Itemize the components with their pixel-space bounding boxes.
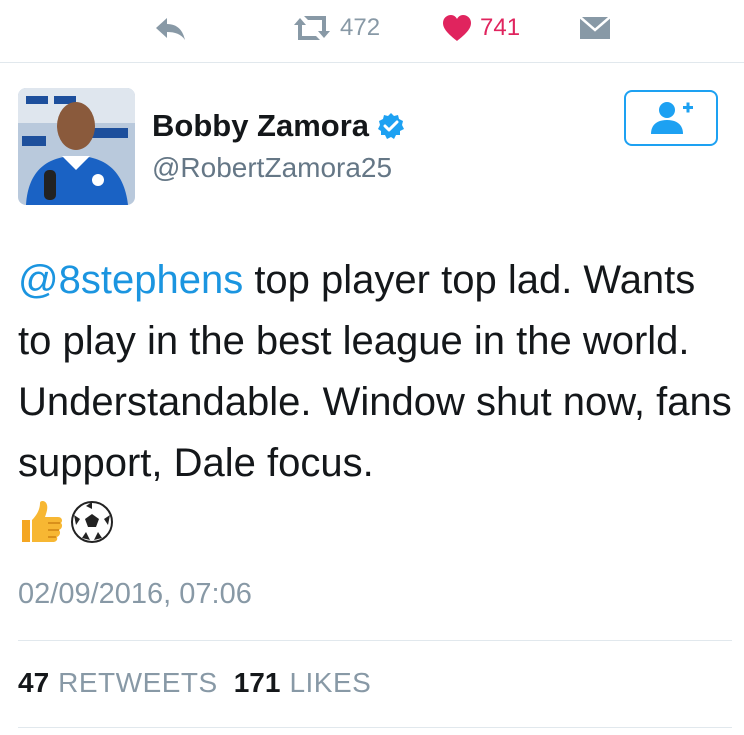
- verified-badge-icon: [378, 113, 405, 139]
- follow-button[interactable]: [624, 90, 718, 146]
- author-name-line[interactable]: Bobby Zamora: [152, 108, 405, 144]
- retweets-count[interactable]: 47: [18, 667, 49, 699]
- reply-icon: [156, 18, 185, 40]
- retweets-label[interactable]: RETWEETS: [58, 667, 218, 699]
- divider: [18, 640, 732, 641]
- retweet-icon: [294, 16, 330, 40]
- like-count: 741: [480, 14, 521, 41]
- tweet-emojis: [18, 500, 114, 544]
- likes-label[interactable]: LIKES: [289, 667, 371, 699]
- mention-link[interactable]: @8stephens: [18, 258, 243, 302]
- add-user-icon: [651, 102, 693, 134]
- thumbs-up-icon: [22, 500, 63, 542]
- retweet-count: 472: [340, 14, 381, 41]
- tweet-header: Bobby Zamora @RobertZamora25: [18, 88, 726, 208]
- direct-message-button[interactable]: [578, 10, 612, 46]
- retweet-button[interactable]: 472: [292, 10, 380, 46]
- author-display-name[interactable]: Bobby Zamora: [152, 108, 369, 144]
- like-button[interactable]: 741: [442, 10, 520, 46]
- divider: [18, 727, 732, 728]
- direct-message-icon: [579, 16, 611, 39]
- likes-count[interactable]: 171: [234, 667, 281, 699]
- tweet-text: @8stephens top player top lad. Wants to …: [18, 250, 733, 494]
- heart-icon: [443, 15, 471, 41]
- soccer-ball-icon: [71, 501, 113, 543]
- tweet-timestamp[interactable]: 02/09/2016, 07:06: [18, 578, 252, 611]
- author-handle[interactable]: @RobertZamora25: [152, 152, 392, 184]
- avatar[interactable]: [18, 88, 135, 205]
- tweet-stats: 47 RETWEETS 171 LIKES: [18, 667, 387, 699]
- tweet-action-bar: 472 741: [0, 0, 744, 63]
- reply-button[interactable]: [152, 10, 188, 46]
- avatar-image: [18, 88, 135, 205]
